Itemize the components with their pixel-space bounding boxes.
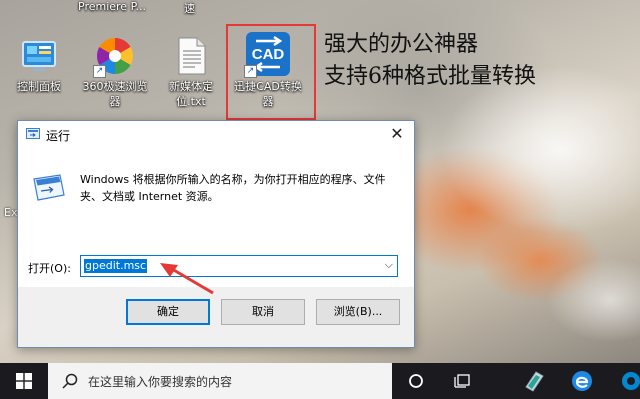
command-input[interactable]: gpedit.msc ⌵ [80, 255, 398, 277]
open-label: 打开(O): [28, 262, 71, 275]
control-panel-icon [19, 36, 59, 76]
close-icon[interactable]: ✕ [380, 121, 414, 147]
chevron-down-icon[interactable]: ⌵ [385, 258, 393, 272]
pinned-app-icon[interactable] [522, 369, 546, 396]
shortcut-arrow-icon: ↗ [93, 65, 106, 78]
browse-button[interactable]: 浏览(B)... [316, 299, 400, 325]
command-input-value[interactable]: gpedit.msc [84, 259, 148, 273]
text-file-icon [171, 36, 211, 76]
annotation-line-2: 支持6种格式批量转换 [324, 64, 536, 89]
desktop-icon-label: 360极速浏览器 [82, 80, 148, 108]
desktop-icon-control-panel[interactable]: 控制面板 [4, 36, 74, 94]
dialog-title: 运行 [46, 129, 71, 143]
desktop-label-premiere[interactable]: Premiere P... [78, 0, 146, 13]
360-browser-icon: ↗ [93, 36, 135, 78]
edge-browser-icon[interactable] [571, 370, 593, 395]
run-large-icon [32, 173, 66, 206]
highlight-box [226, 24, 316, 120]
pointer-arrow-icon [160, 263, 214, 295]
annotation-line-1: 强大的办公神器 [324, 32, 479, 57]
desktop-icon-text-file[interactable]: 新媒体定位.txt [156, 36, 226, 109]
taskbar-search-box[interactable]: 在这里输入你要搜索的内容 [48, 363, 392, 399]
desktop-side-fragment: Ex [4, 206, 18, 219]
dialog-body: Windows 将根据你所输入的名称，为你打开相应的程序、文件夹、文档或 Int… [18, 147, 414, 295]
desktop-icon-label: 新媒体定位.txt [169, 80, 213, 108]
cancel-button[interactable]: 取消 [221, 299, 305, 325]
search-placeholder: 在这里输入你要搜索的内容 [88, 375, 233, 389]
dialog-titlebar[interactable]: 运行 ✕ [18, 121, 414, 147]
run-app-icon [26, 127, 40, 144]
windows-logo-icon [16, 373, 32, 389]
start-button[interactable] [0, 363, 48, 399]
desktop-icon-360-browser[interactable]: ↗ 360极速浏览器 [80, 36, 150, 109]
desktop-label-fragment[interactable]: 速 [184, 0, 195, 16]
dialog-description: Windows 将根据你所输入的名称，为你打开相应的程序、文件夹、文档或 Int… [80, 173, 386, 203]
task-view-icon[interactable] [454, 372, 472, 393]
taskbar: 在这里输入你要搜索的内容 [0, 363, 640, 399]
desktop-icon-label: 控制面板 [17, 80, 61, 93]
cortana-icon[interactable] [408, 373, 424, 392]
search-icon [62, 373, 78, 389]
run-dialog: 运行 ✕ Windows 将根据你所输入的名称，为你打开相应的程序、文件夹、文档… [17, 120, 415, 348]
ok-button[interactable]: 确定 [126, 299, 210, 325]
taskbar-app-icon[interactable] [620, 370, 640, 395]
